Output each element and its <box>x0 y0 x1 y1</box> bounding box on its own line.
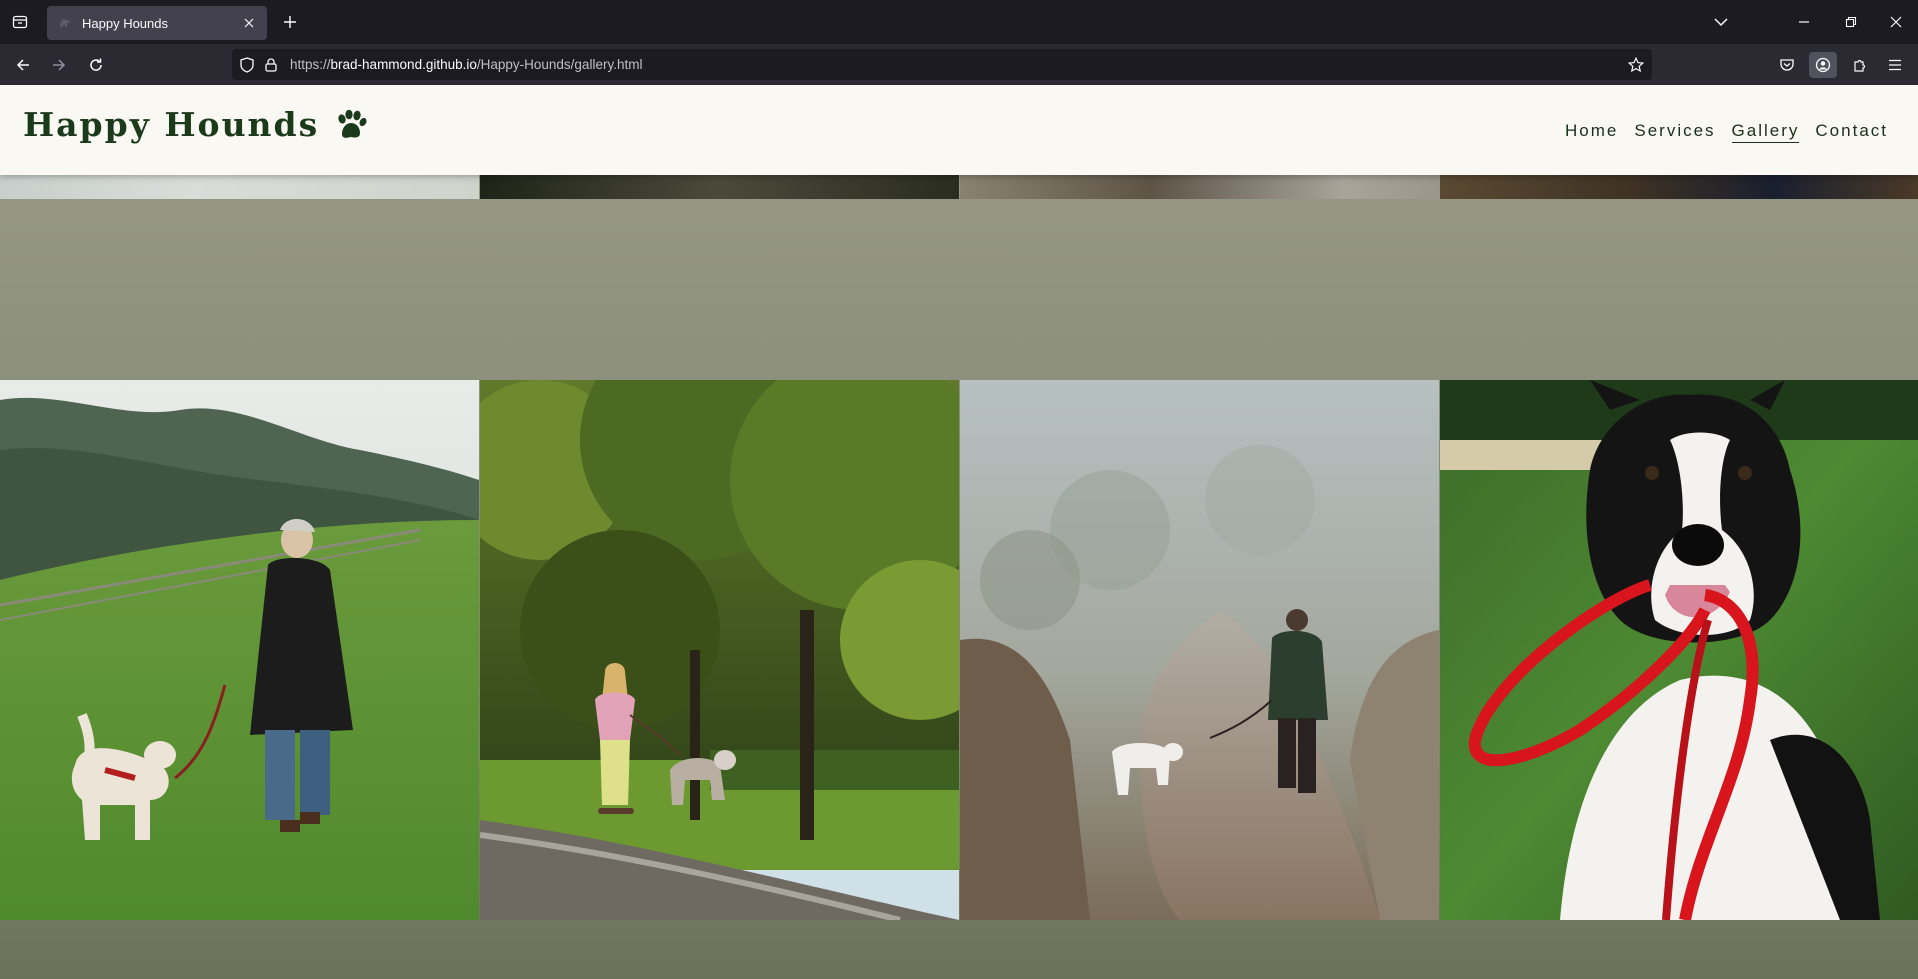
dog-favicon-icon <box>57 15 73 31</box>
chevron-down-icon[interactable] <box>1710 12 1732 32</box>
browser-tab-bar: Happy Hounds <box>0 0 1918 44</box>
account-icon[interactable] <box>1809 52 1837 78</box>
brand-name: Happy Hounds <box>23 105 320 144</box>
gallery-photo-partial <box>0 175 479 199</box>
site-header: Happy Hounds Home Services Gallery Conta… <box>0 85 1918 175</box>
gallery-photo-partial <box>480 175 959 199</box>
nav-home[interactable]: Home <box>1565 121 1618 143</box>
url-host: brad-hammond.github.io <box>330 57 477 72</box>
extensions-icon[interactable] <box>1846 52 1874 78</box>
page-viewport: Happy Hounds Home Services Gallery Conta… <box>0 85 1918 979</box>
gallery-photo-partial <box>960 175 1439 199</box>
tab-list-icon[interactable] <box>8 10 32 34</box>
menu-icon[interactable] <box>1881 52 1909 78</box>
new-tab-icon[interactable] <box>280 12 300 32</box>
browser-nav-bar: https://brad-hammond.github.io/Happy-Hou… <box>0 44 1918 85</box>
url-text: https://brad-hammond.github.io/Happy-Hou… <box>290 57 642 72</box>
nav-gallery[interactable]: Gallery <box>1731 121 1800 143</box>
gallery-photo-partial <box>1440 175 1918 199</box>
restore-icon[interactable] <box>1837 10 1865 34</box>
reload-icon[interactable] <box>83 52 109 78</box>
back-arrow-icon[interactable] <box>10 52 36 78</box>
nav-services[interactable]: Services <box>1634 121 1715 143</box>
shield-icon[interactable] <box>238 56 256 74</box>
gallery-photo-girl-with-husky[interactable] <box>480 380 959 920</box>
close-window-icon[interactable] <box>1882 10 1910 34</box>
nav-contact[interactable]: Contact <box>1815 121 1888 143</box>
site-logo[interactable]: Happy Hounds <box>23 105 367 144</box>
tab-title: Happy Hounds <box>82 15 168 31</box>
url-scheme: https:// <box>290 57 331 72</box>
url-path: /Happy-Hounds/gallery.html <box>476 57 643 72</box>
pocket-icon[interactable] <box>1773 52 1801 78</box>
gallery-photo-foggy-walk[interactable] <box>960 380 1439 920</box>
site-nav: Home Services Gallery Contact <box>1565 121 1888 143</box>
gallery-photo-border-collie[interactable] <box>1440 380 1918 920</box>
browser-tab[interactable]: Happy Hounds <box>47 6 267 40</box>
minimize-icon[interactable] <box>1790 10 1818 34</box>
bookmark-star-icon[interactable] <box>1626 55 1646 75</box>
lock-icon[interactable] <box>262 56 280 74</box>
close-tab-icon[interactable] <box>241 15 257 31</box>
gallery-photo-woman-with-labrador[interactable] <box>0 380 479 920</box>
forward-arrow-icon[interactable] <box>46 52 72 78</box>
paw-icon <box>338 109 367 138</box>
address-bar[interactable]: https://brad-hammond.github.io/Happy-Hou… <box>232 49 1652 80</box>
